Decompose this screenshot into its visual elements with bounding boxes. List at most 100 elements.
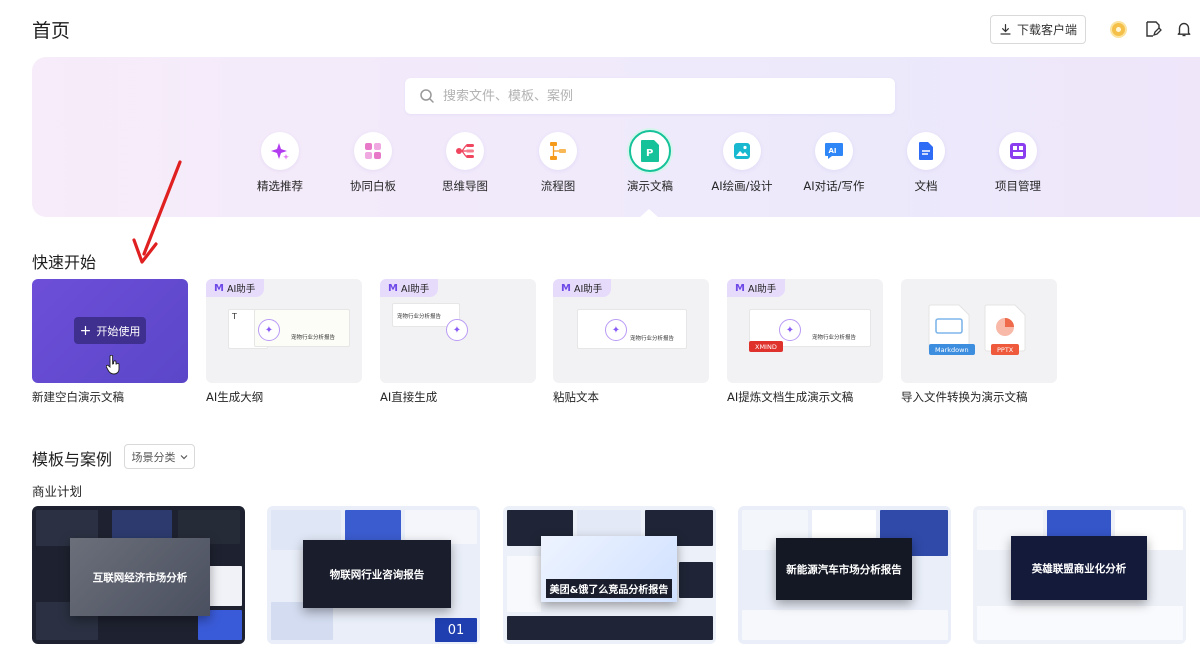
category-project[interactable]: 项目管理	[978, 132, 1058, 194]
thumb-slide	[679, 562, 713, 598]
ai-assistant-badge: M AI助手	[380, 279, 439, 297]
category-whiteboard[interactable]: 协同白板	[333, 132, 413, 194]
ai-paint-icon	[734, 143, 750, 159]
category-ai-chat-circle: AI	[815, 132, 853, 170]
category-label: 文档	[914, 179, 938, 193]
category-label: 项目管理	[995, 179, 1041, 193]
category-label: 演示文稿	[627, 179, 673, 193]
template-card[interactable]: 英雄联盟商业化分析	[973, 506, 1186, 644]
category-ai-chat[interactable]: AI AI对话/写作	[794, 132, 874, 194]
download-client-button[interactable]: 下载客户端	[990, 15, 1086, 44]
category-mindmap[interactable]: 思维导图	[425, 132, 505, 194]
ai-sparkle-icon: ✦	[446, 319, 468, 341]
category-document[interactable]: 文档	[886, 132, 966, 194]
thumb-slide	[112, 510, 172, 540]
ai-assistant-badge: M AI助手	[727, 279, 786, 297]
category-ai-paint-circle	[723, 132, 761, 170]
card-label: 粘贴文本	[553, 390, 599, 404]
category-label: 精选推荐	[257, 179, 303, 193]
scene-category-label: 场景分类	[131, 450, 176, 464]
template-card[interactable]: 美团&饿了么竞品分析报告	[503, 506, 716, 644]
new-blank-presentation-card[interactable]: + 开始使用	[32, 279, 188, 383]
whiteboard-icon	[365, 143, 381, 159]
ai-logo-icon: M	[388, 282, 398, 294]
category-document-circle	[907, 132, 945, 170]
card-label: AI直接生成	[380, 390, 438, 404]
chevron-down-icon	[180, 454, 187, 459]
search-icon	[420, 89, 434, 103]
start-using-button[interactable]: + 开始使用	[74, 317, 146, 344]
thumb-slide	[742, 610, 948, 640]
template-card[interactable]: 新能源汽车市场分析报告	[738, 506, 951, 644]
mindmap-icon	[456, 144, 474, 158]
download-client-label: 下载客户端	[1016, 23, 1077, 37]
template-title: 物联网行业咨询报告	[303, 540, 451, 608]
project-icon	[1010, 143, 1026, 159]
download-icon	[1000, 24, 1011, 35]
ai-outline-card[interactable]: M AI助手 T 宠物行业分析报告 ✦	[206, 279, 362, 383]
thumb-slide	[977, 606, 1183, 640]
category-mindmap-circle	[446, 132, 484, 170]
page-title: 首页	[32, 20, 71, 42]
sparkle-icon	[271, 143, 289, 160]
ai-refine-document-card[interactable]: M AI助手 宠物行业分析报告 XMIND ✦	[727, 279, 883, 383]
quick-start-title: 快速开始	[32, 253, 97, 272]
markdown-chip: Markdown	[929, 344, 975, 355]
paste-text-card[interactable]: M AI助手 宠物行业分析报告 ✦	[553, 279, 709, 383]
category-featured-circle	[261, 132, 299, 170]
templates-title: 模板与案例	[32, 450, 113, 469]
svg-text:AI: AI	[829, 147, 837, 155]
thumb-slide	[812, 510, 876, 538]
search-box[interactable]	[405, 78, 895, 114]
ai-sparkle-icon: ✦	[779, 319, 801, 341]
category-flowchart-circle	[539, 132, 577, 170]
svg-text:P: P	[646, 148, 653, 159]
category-ai-paint[interactable]: AI绘画/设计	[702, 132, 782, 194]
ai-assistant-badge: M AI助手	[553, 279, 612, 297]
ai-sparkle-icon: ✦	[605, 319, 627, 341]
category-featured[interactable]: 精选推荐	[240, 132, 320, 194]
thumb-slide	[507, 616, 713, 640]
ai-direct-generate-card[interactable]: M AI助手 宠物行业分析报告 ✦	[380, 279, 536, 383]
ai-logo-icon: M	[214, 282, 224, 294]
coin-icon[interactable]	[1110, 21, 1127, 38]
template-title: 英雄联盟商业化分析	[1011, 536, 1147, 600]
template-title: 互联网经济市场分析	[70, 538, 210, 616]
import-file-card[interactable]: Markdown PPTX	[901, 279, 1057, 383]
annotation-arrow-icon	[132, 160, 182, 264]
card-label: AI提炼文档生成演示文稿	[727, 390, 854, 404]
document-icon	[919, 142, 933, 160]
plus-icon: +	[79, 322, 92, 339]
category-label: 思维导图	[442, 179, 488, 193]
start-using-label: 开始使用	[96, 324, 141, 338]
mini-doc-title: 宠物行业分析报告	[291, 335, 336, 341]
presentation-icon: P	[641, 140, 659, 162]
template-title: 新能源汽车市场分析报告	[776, 538, 912, 600]
ai-logo-icon: M	[735, 282, 745, 294]
active-category-pointer	[640, 209, 658, 217]
page-number: 01	[435, 618, 477, 642]
thumb-slide	[405, 510, 477, 544]
mini-doc-title: 宠物行业分析报告	[630, 336, 675, 342]
scene-category-dropdown[interactable]: 场景分类	[124, 444, 195, 469]
search-input[interactable]	[443, 88, 863, 104]
hand-cursor-icon	[106, 355, 120, 375]
mini-doc-title: 宠物行业分析报告	[397, 314, 442, 320]
category-presentation-circle: P	[629, 130, 671, 172]
thumb-slide	[577, 510, 641, 538]
template-title: 美团&饿了么竞品分析报告	[541, 536, 677, 602]
category-label: 协同白板	[350, 179, 396, 193]
pptx-chip: PPTX	[991, 344, 1020, 355]
xmind-chip: XMIND	[749, 341, 783, 352]
template-card[interactable]: 01 物联网行业咨询报告	[267, 506, 480, 644]
category-flowchart[interactable]: 流程图	[518, 132, 598, 194]
bell-icon[interactable]	[1175, 20, 1193, 38]
category-label: AI对话/写作	[803, 179, 865, 193]
template-card[interactable]: 互联网经济市场分析	[32, 506, 245, 644]
card-label: 新建空白演示文稿	[32, 390, 124, 404]
mini-doc-title: 宠物行业分析报告	[812, 335, 857, 341]
category-project-circle	[999, 132, 1037, 170]
category-presentation[interactable]: P 演示文稿	[610, 130, 690, 194]
edit-note-icon[interactable]	[1144, 20, 1162, 38]
ai-badge-label: AI助手	[226, 284, 256, 295]
